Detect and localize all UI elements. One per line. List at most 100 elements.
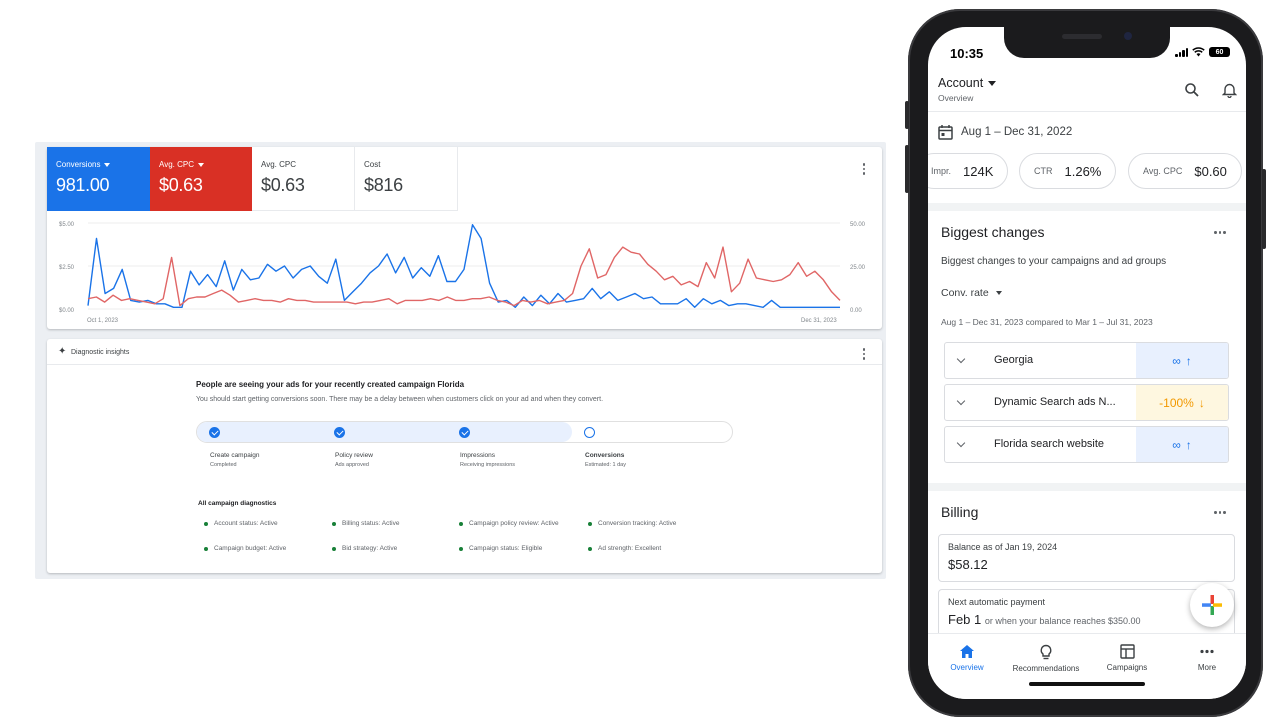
nav-campaigns[interactable]: Campaigns: [1087, 644, 1167, 672]
step-complete-icon: [459, 427, 470, 438]
insights-subheading: You should start getting conversions soo…: [196, 396, 604, 403]
more-options-icon[interactable]: [1214, 231, 1227, 234]
plus-icon: [1202, 595, 1222, 615]
y-tick-right: 0.00: [850, 308, 862, 314]
change-name: Georgia: [994, 354, 1034, 366]
comparison-range: Aug 1 – Dec 31, 2023 compared to Mar 1 –…: [941, 317, 1153, 327]
calendar-icon: [938, 125, 953, 140]
phone-side-button: [905, 101, 909, 129]
status-dot-icon: [204, 546, 208, 551]
date-range-selector[interactable]: Aug 1 – Dec 31, 2022: [938, 124, 1072, 140]
balance-box[interactable]: Balance as of Jan 19, 2024 $58.12: [938, 534, 1235, 582]
more-options-icon[interactable]: [860, 163, 868, 175]
insights-heading: People are seeing your ads for your rece…: [196, 380, 465, 389]
stat-chip-ctr[interactable]: CTR 1.26%: [1019, 153, 1117, 189]
more-options-icon[interactable]: [860, 348, 868, 360]
step-complete-icon: [334, 427, 345, 438]
diagnostic-item: Campaign budget: Active: [204, 545, 286, 552]
nav-recommendations[interactable]: Recommendations: [1006, 644, 1086, 673]
stat-label: CTR: [1034, 166, 1053, 176]
nav-overview[interactable]: Overview: [928, 644, 1007, 672]
account-title: Account: [938, 76, 984, 90]
arrow-up-icon: ↑: [1185, 353, 1192, 368]
change-value: -100% ↓: [1136, 385, 1228, 420]
diagnostic-item: Billing status: Active: [332, 520, 399, 527]
stat-label: Impr.: [931, 166, 952, 176]
home-icon: [960, 645, 974, 658]
create-fab-button[interactable]: [1190, 583, 1234, 627]
y-tick-left: $2.50: [59, 265, 75, 271]
performance-chart: $5.00 $2.50 $0.00 50.00 25.00 0.00 Oct 1…: [59, 222, 866, 324]
phone-side-button: [905, 145, 909, 193]
campaign-progress-bar: [196, 421, 733, 443]
change-name: Dynamic Search ads N...: [994, 396, 1116, 408]
stat-value: $0.60: [1194, 163, 1227, 179]
wifi-icon: [1192, 47, 1205, 57]
metric-tab-avg-cpc-2[interactable]: Avg. CPC $0.63: [252, 147, 355, 211]
diagnostic-insights-card: ✦ Diagnostic insights People are seeing …: [47, 339, 882, 573]
chevron-down-icon: [956, 354, 966, 364]
account-switcher[interactable]: Account Overview: [938, 76, 997, 103]
change-row-dynamic-search[interactable]: Dynamic Search ads N... -100% ↓: [944, 384, 1229, 421]
metric-label: Cost: [364, 160, 381, 169]
sparkle-icon: ✦: [58, 346, 67, 357]
metric-tab-cost[interactable]: Cost $816: [355, 147, 458, 211]
next-payment-label: Next automatic payment: [948, 597, 1046, 607]
insights-title: Diagnostic insights: [71, 349, 130, 356]
notifications-icon[interactable]: [1222, 82, 1237, 98]
more-options-icon[interactable]: [1214, 511, 1227, 514]
step-create-campaign: Create campaign Completed: [210, 452, 260, 468]
metric-tab-avg-cpc[interactable]: Avg. CPC $0.63: [150, 147, 252, 211]
biggest-changes-title: Biggest changes: [941, 224, 1045, 240]
step-conversions: Conversions Estimated: 1 day: [585, 452, 626, 468]
metric-value: $0.63: [159, 175, 203, 195]
phone-screen: 10:35 60 Account Overview Aug 1 – Dec 31…: [928, 27, 1246, 699]
x-tick-start: Oct 1, 2023: [87, 318, 119, 324]
battery-icon: 60: [1209, 47, 1230, 57]
balance-label: Balance as of Jan 19, 2024: [948, 542, 1058, 552]
section-divider: [928, 483, 1246, 491]
nav-more[interactable]: More: [1167, 644, 1246, 672]
change-row-florida[interactable]: Florida search website ∞ ↑: [944, 426, 1229, 463]
balance-value: $58.12: [948, 557, 988, 572]
next-payment-note: or when your balance reaches $350.00: [984, 616, 1141, 626]
status-bar-icons: 60: [1175, 47, 1230, 57]
status-bar-time: 10:35: [950, 46, 984, 61]
y-tick-left: $5.00: [59, 222, 75, 228]
insights-header: ✦ Diagnostic insights: [47, 339, 882, 365]
stat-chip-avg-cpc[interactable]: Avg. CPC $0.60: [1128, 153, 1242, 189]
metric-tab-conversions[interactable]: Conversions 981.00: [47, 147, 150, 211]
nav-label: Overview: [950, 663, 984, 672]
caret-down-icon[interactable]: [197, 162, 204, 167]
step-policy-review: Policy review Ads approved: [335, 452, 373, 468]
caret-down-icon: [995, 291, 1002, 295]
stat-label: Avg. CPC: [1143, 166, 1183, 176]
signal-icon: [1175, 47, 1188, 57]
metric-value: 981.00: [56, 175, 110, 195]
progress-fill: [197, 422, 572, 442]
search-icon[interactable]: [1184, 82, 1200, 98]
arrow-up-icon: ↑: [1185, 437, 1192, 452]
caret-down-icon[interactable]: [104, 162, 111, 167]
metric-selector[interactable]: Conv. rate: [941, 287, 1002, 299]
diagnostic-item: Bid strategy: Active: [332, 545, 397, 552]
arrow-down-icon: ↓: [1198, 395, 1205, 410]
bottom-navigation: Overview Recommendations Campaigns More: [928, 633, 1246, 699]
change-row-georgia[interactable]: Georgia ∞ ↑: [944, 342, 1229, 379]
status-dot-icon: [588, 521, 592, 526]
caret-down-icon: [988, 80, 997, 86]
metric-selector-label: Conv. rate: [941, 287, 989, 299]
step-complete-icon: [209, 427, 220, 438]
series-line-avg-cpc: [87, 246, 841, 307]
phone-notch: [1004, 27, 1170, 58]
diagnostics-heading: All campaign diagnostics: [198, 500, 277, 507]
nav-label: More: [1197, 663, 1217, 672]
stat-chip-impressions[interactable]: Impr. 124K: [928, 153, 1009, 189]
diagnostic-item: Campaign policy review: Active: [459, 520, 559, 527]
metric-value: $0.63: [261, 175, 305, 195]
diagnostic-item: Campaign status: Eligible: [459, 545, 542, 552]
step-impressions: Impressions Receiving impressions: [460, 452, 516, 468]
status-dot-icon: [588, 546, 592, 551]
metric-label: Conversions: [56, 160, 101, 169]
status-dot-icon: [204, 521, 208, 526]
